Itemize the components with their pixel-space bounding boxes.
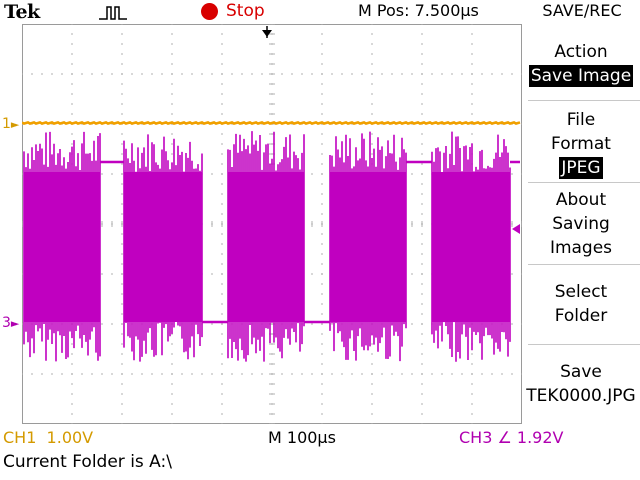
ch1-waveform [22, 121, 521, 125]
brand-logo: Tek [4, 1, 40, 23]
menu-divider [528, 344, 640, 345]
status-header: Tek Stop M Pos: 7.500µs SAVE/REC [0, 0, 640, 26]
current-folder: Current Folder is A:\ [3, 452, 172, 472]
menu-file-format-label: File [566, 110, 596, 130]
ch3-marker: 3► [2, 315, 20, 331]
menu-select-folder[interactable]: Select Folder [522, 280, 640, 328]
menu-action-label: Action [554, 42, 608, 62]
menu-divider [528, 100, 640, 101]
menu-file-format-value: JPEG [559, 157, 603, 179]
run-state: Stop [226, 1, 265, 21]
trigger-pulse-icon [99, 6, 127, 20]
menu-title: SAVE/REC [542, 1, 622, 20]
menu-divider [528, 264, 640, 265]
menu-file-format[interactable]: File Format JPEG [522, 108, 640, 180]
waveform-display [22, 24, 522, 424]
menu-file-format-label-2: Format [551, 134, 611, 154]
menu-divider [528, 182, 640, 183]
ch1-marker: 1► [2, 116, 20, 132]
side-menu: Action Save Image File Format JPEG About… [522, 32, 640, 412]
horizontal-position: M Pos: 7.500µs [358, 1, 479, 20]
menu-action[interactable]: Action Save Image [522, 40, 640, 88]
menu-save[interactable]: Save TEK0000.JPG [522, 360, 640, 408]
menu-about-line2: Saving [552, 214, 610, 234]
stop-indicator-icon [201, 3, 218, 20]
menu-action-value: Save Image [528, 65, 634, 87]
menu-select-line1: Select [554, 282, 608, 302]
trigger-readout: CH3 ∠ 1.92V [459, 428, 564, 447]
menu-about-saving[interactable]: About Saving Images [522, 188, 640, 260]
menu-about-line1: About [555, 190, 607, 210]
menu-save-filename: TEK0000.JPG [526, 386, 636, 406]
menu-select-line2: Folder [554, 306, 608, 326]
ch1-scale: CH1 1.00V [3, 428, 94, 447]
menu-save-line1: Save [560, 362, 602, 382]
menu-about-line3: Images [549, 238, 613, 258]
timebase: M 100µs [268, 428, 336, 447]
